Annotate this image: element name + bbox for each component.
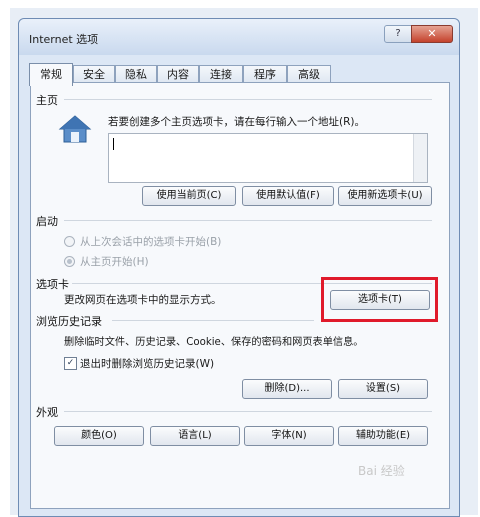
radio-home-page-label: 从主页开始(H) xyxy=(80,256,149,268)
title-bar[interactable]: Internet 选项 ? ✕ xyxy=(19,19,459,55)
fonts-button[interactable]: 字体(N) xyxy=(244,426,334,446)
home-description: 若要创建多个主页选项卡，请在每行输入一个地址(R)。 xyxy=(108,116,365,128)
home-urls-scrollbar[interactable] xyxy=(413,134,427,182)
startup-section-title: 启动 xyxy=(36,215,58,228)
close-button[interactable]: ✕ xyxy=(411,25,453,43)
radio-last-session-label: 从上次会话中的选项卡开始(B) xyxy=(80,236,222,248)
tab-general[interactable]: 常规 xyxy=(29,63,73,86)
delete-on-exit-label: 退出时删除浏览历史记录(W) xyxy=(80,358,215,370)
tabs-section-title: 选项卡 xyxy=(36,278,69,291)
text-caret xyxy=(113,138,114,150)
colors-button[interactable]: 颜色(O) xyxy=(54,426,144,446)
home-page-urls-input[interactable] xyxy=(108,133,428,183)
home-section-title: 主页 xyxy=(36,94,58,107)
highlight-box xyxy=(321,277,438,322)
history-settings-button[interactable]: 设置(S) xyxy=(338,379,428,399)
watermark: Bai 经验 xyxy=(358,464,405,478)
tabs-description: 更改网页在选项卡中的显示方式。 xyxy=(64,294,222,306)
startup-divider xyxy=(64,220,432,221)
delete-history-button[interactable]: 删除(D)... xyxy=(242,379,332,399)
use-new-tab-button[interactable]: 使用新选项卡(U) xyxy=(338,186,432,206)
window-title: Internet 选项 xyxy=(29,33,99,46)
history-section-title: 浏览历史记录 xyxy=(36,315,102,328)
radio-home-page[interactable] xyxy=(64,256,75,267)
history-divider xyxy=(112,320,314,321)
delete-on-exit-checkbox[interactable]: ✓ xyxy=(64,357,77,370)
house-icon xyxy=(58,115,92,143)
accessibility-button[interactable]: 辅助功能(E) xyxy=(338,426,428,446)
use-default-button[interactable]: 使用默认值(F) xyxy=(242,186,334,206)
appearance-divider xyxy=(64,411,432,412)
appearance-section-title: 外观 xyxy=(36,406,58,419)
radio-last-session[interactable] xyxy=(64,236,75,247)
home-divider xyxy=(64,99,432,100)
languages-button[interactable]: 语言(L) xyxy=(150,426,240,446)
help-button[interactable]: ? xyxy=(384,25,412,43)
use-current-button[interactable]: 使用当前页(C) xyxy=(142,186,236,206)
history-description: 删除临时文件、历史记录、Cookie、保存的密码和网页表单信息。 xyxy=(64,337,364,348)
